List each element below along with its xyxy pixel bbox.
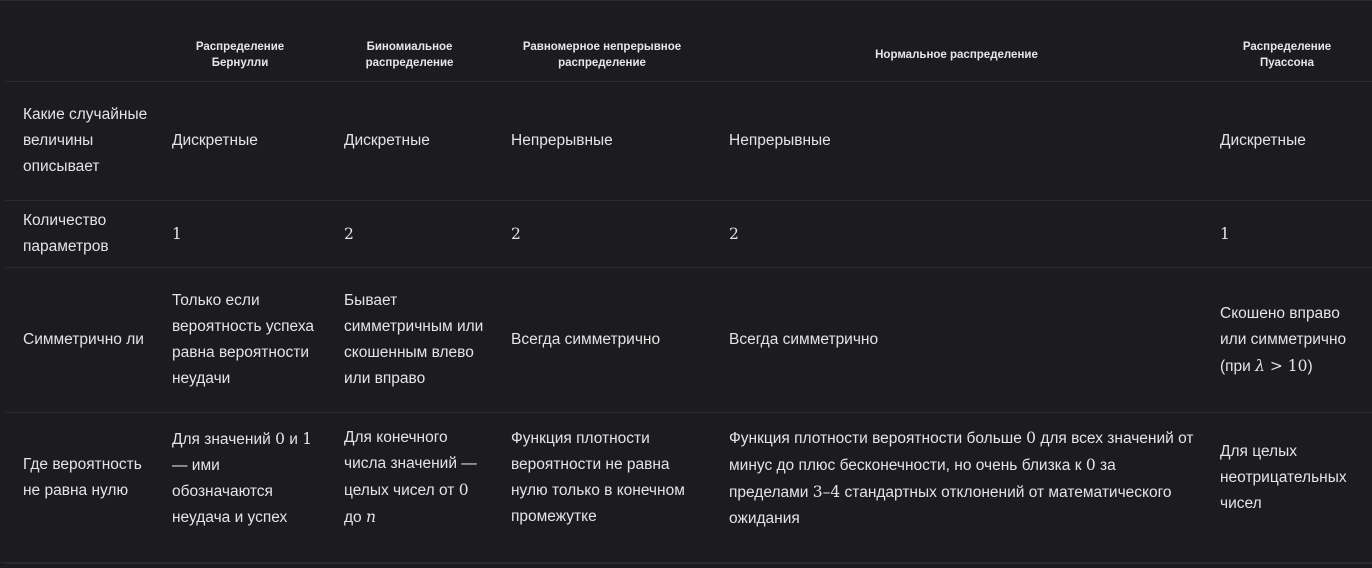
table-cell: Непрерывные <box>711 81 1202 201</box>
table-cell: Только если вероятность успеха равна вер… <box>154 267 326 413</box>
table-row: Симметрично ли Только если вероятность у… <box>5 267 1372 413</box>
table-cell: Функция плотности вероятности больше 0 д… <box>711 412 1202 564</box>
table-cell: Скошено вправо или симметрично (при λ > … <box>1202 267 1372 413</box>
table-row: Количество параметров 1 2 2 2 1 <box>5 200 1372 268</box>
table-cell: 2 <box>326 200 493 268</box>
table-cell: 1 <box>154 200 326 268</box>
table-cell: Дискретные <box>326 81 493 201</box>
lambda-symbol: λ <box>1255 356 1265 375</box>
table-cell: Всегда симметрично <box>711 267 1202 413</box>
header-normal: Нормальное распределение <box>711 29 1202 82</box>
table-row: Где вероятность не равна нулю Для значен… <box>5 412 1372 564</box>
row-label: Какие случайные величины описывает <box>5 81 154 201</box>
table-cell: Непрерывные <box>493 81 711 201</box>
header-poisson: Распределение Пуассона <box>1202 29 1372 82</box>
header-bernoulli: Распределение Бернулли <box>154 29 326 82</box>
row-label: Где вероятность не равна нулю <box>5 412 154 564</box>
header-binomial: Биномиальное распределение <box>326 29 493 82</box>
table-cell: Всегда симметрично <box>493 267 711 413</box>
table-cell: Для значений 0 и 1 — ими обозначаются не… <box>154 412 326 564</box>
table-cell: 2 <box>711 200 1202 268</box>
table-cell: 2 <box>493 200 711 268</box>
top-divider <box>0 0 1372 1</box>
poisson-symmetry-condition: (при λ > 10) <box>1220 356 1313 375</box>
table-cell: 1 <box>1202 200 1372 268</box>
bottom-divider <box>0 562 1372 563</box>
table-header-row: Распределение Бернулли Биномиальное расп… <box>5 29 1372 82</box>
row-label: Количество параметров <box>5 200 154 268</box>
header-empty <box>5 29 154 82</box>
table-cell: Для целых неотрицательных чисел <box>1202 412 1372 564</box>
table-cell: Бывает симметричным или скошенным влево … <box>326 267 493 413</box>
table-cell: Дискретные <box>1202 81 1372 201</box>
poisson-symmetry-text: Скошено вправо или симметрично <box>1220 304 1347 348</box>
header-uniform: Равномерное непрерывное распределение <box>493 29 711 82</box>
table-row: Какие случайные величины описывает Дискр… <box>5 81 1372 201</box>
table-cell: Функция плотности вероятности не равна н… <box>493 412 711 564</box>
row-label: Симметрично ли <box>5 267 154 413</box>
table-cell: Дискретные <box>154 81 326 201</box>
distribution-comparison-table: Распределение Бернулли Биномиальное расп… <box>5 29 1372 564</box>
table-cell: Для конечного числа значений — целых чис… <box>326 412 493 564</box>
